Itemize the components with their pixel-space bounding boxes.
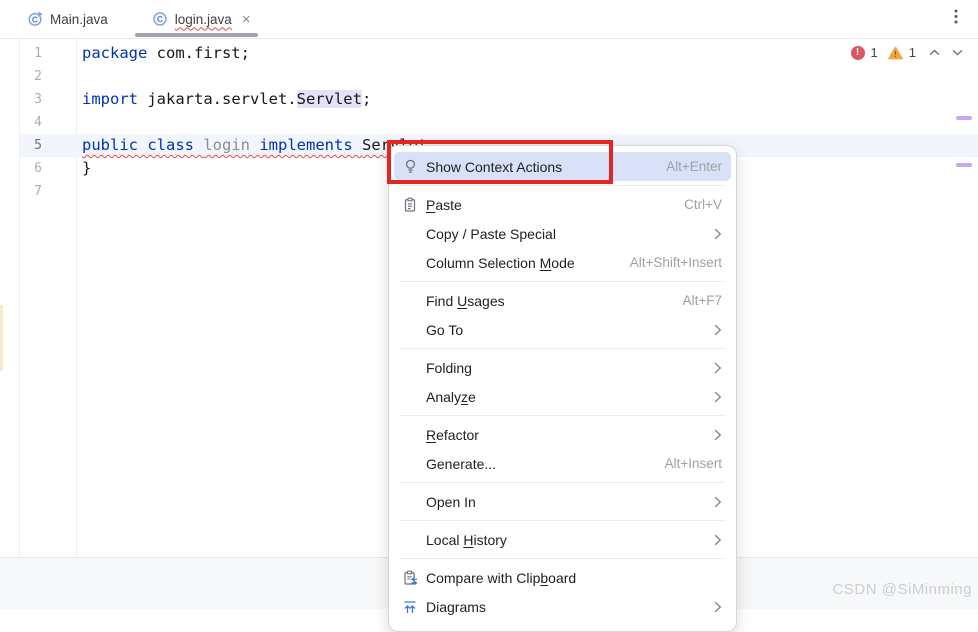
submenu-arrow-icon <box>714 429 722 441</box>
menu-item-generate[interactable]: Generate... Alt+Insert <box>394 449 731 478</box>
annotation-red-box <box>387 140 613 184</box>
code-text: } <box>82 157 91 180</box>
tab-login-java[interactable]: C login.java × <box>152 0 251 38</box>
menu-item-find-usages[interactable]: Find Usages Alt+F7 <box>394 286 731 315</box>
menu-separator <box>400 520 725 521</box>
svg-text:C: C <box>157 14 163 24</box>
menu-item-label: Copy / Paste Special <box>426 226 556 242</box>
line-number[interactable]: 5 <box>20 138 42 153</box>
line-number[interactable]: 2 <box>20 69 42 84</box>
compare-clipboard-icon <box>402 570 426 586</box>
scrollbar-usage-mark[interactable] <box>956 116 972 120</box>
submenu-arrow-icon <box>714 362 722 374</box>
menu-item-compare-with-clipboard[interactable]: Compare with Clipboard <box>394 563 731 592</box>
menu-item-shortcut: Alt+F7 <box>683 293 722 308</box>
menu-separator <box>400 185 725 186</box>
watermark: CSDN @SiMinming <box>833 581 972 598</box>
code-text: package com.first; <box>82 42 250 65</box>
inspections-widget[interactable]: ! 1 ! 1 <box>851 45 966 60</box>
line-number[interactable]: 3 <box>20 92 42 107</box>
menu-item-label: Compare with Clipboard <box>426 570 576 586</box>
menu-item-folding[interactable]: Folding <box>394 353 731 382</box>
tab-label: Main.java <box>50 12 108 27</box>
menu-item-shortcut: Ctrl+V <box>684 197 722 212</box>
chevron-down-icon[interactable] <box>949 49 966 56</box>
tab-main-java[interactable]: C Main.java <box>27 0 108 38</box>
menu-separator <box>400 415 725 416</box>
tab-label: login.java <box>175 12 232 27</box>
context-menu: Show Context ActionsAlt+EnterPasteCtrl+V… <box>388 145 737 632</box>
code-line[interactable]: 1 package com.first; <box>20 42 978 65</box>
menu-item-shortcut: Alt+Insert <box>665 456 722 471</box>
submenu-arrow-icon <box>714 601 722 613</box>
menu-separator <box>400 558 725 559</box>
menu-item-label: Diagrams <box>426 599 486 615</box>
menu-item-label: Generate... <box>426 456 496 472</box>
menu-item-label: Paste <box>426 197 462 213</box>
menu-item-local-history[interactable]: Local History <box>394 525 731 554</box>
code-line[interactable]: 2 <box>20 65 978 88</box>
line-number[interactable]: 7 <box>20 184 42 199</box>
clipboard-icon <box>402 197 426 213</box>
menu-item-label: Analyze <box>426 389 476 405</box>
scrollbar-usage-mark[interactable] <box>956 163 972 167</box>
menu-item-label: Find Usages <box>426 293 505 309</box>
submenu-arrow-icon <box>714 228 722 240</box>
class-icon: C <box>152 11 168 27</box>
submenu-arrow-icon <box>714 391 722 403</box>
line-number[interactable]: 4 <box>20 115 42 130</box>
close-icon[interactable]: × <box>242 12 251 27</box>
menu-item-analyze[interactable]: Analyze <box>394 382 731 411</box>
menu-item-open-in[interactable]: Open In <box>394 487 731 516</box>
class-run-icon: C <box>27 11 43 27</box>
left-edge-stripe <box>0 305 3 371</box>
menu-item-diagrams[interactable]: Diagrams <box>394 592 731 621</box>
svg-text:C: C <box>32 14 38 24</box>
menu-separator <box>400 281 725 282</box>
submenu-arrow-icon <box>714 324 722 336</box>
editor-tab-bar: C Main.java C login.java × <box>0 0 978 39</box>
menu-item-label: Folding <box>426 360 472 376</box>
chevron-up-icon[interactable] <box>926 49 943 56</box>
menu-separator <box>400 348 725 349</box>
menu-item-shortcut: Alt+Shift+Insert <box>630 255 722 270</box>
warning-icon[interactable]: ! <box>888 46 903 60</box>
menu-item-label: Open In <box>426 494 476 510</box>
menu-item-label: Go To <box>426 322 463 338</box>
menu-item-column-selection-mode[interactable]: Column Selection Mode Alt+Shift+Insert <box>394 248 731 277</box>
code-line[interactable]: 3 import jakarta.servlet.Servlet; <box>20 88 978 111</box>
menu-item-paste[interactable]: Paste Ctrl+V <box>394 190 731 219</box>
svg-text:!: ! <box>894 49 897 58</box>
kebab-menu-icon[interactable] <box>946 6 966 33</box>
code-text: import jakarta.servlet.Servlet; <box>82 88 371 111</box>
error-count: 1 <box>871 45 878 60</box>
warning-count: 1 <box>909 45 916 60</box>
active-tab-underline <box>135 33 258 37</box>
error-icon[interactable]: ! <box>851 46 865 60</box>
menu-item-copy-paste-special[interactable]: Copy / Paste Special <box>394 219 731 248</box>
code-text: public class login implements Servlet <box>82 134 427 157</box>
menu-item-label: Refactor <box>426 427 479 443</box>
menu-item-label: Local History <box>426 532 507 548</box>
menu-separator <box>400 482 725 483</box>
line-number[interactable]: 1 <box>20 46 42 61</box>
diagrams-icon <box>402 599 426 615</box>
menu-item-shortcut: Alt+Enter <box>666 159 722 174</box>
line-number[interactable]: 6 <box>20 161 42 176</box>
menu-item-label: Column Selection Mode <box>426 255 575 271</box>
submenu-arrow-icon <box>714 534 722 546</box>
submenu-arrow-icon <box>714 496 722 508</box>
code-line[interactable]: 4 <box>20 111 978 134</box>
menu-item-go-to[interactable]: Go To <box>394 315 731 344</box>
menu-item-refactor[interactable]: Refactor <box>394 420 731 449</box>
